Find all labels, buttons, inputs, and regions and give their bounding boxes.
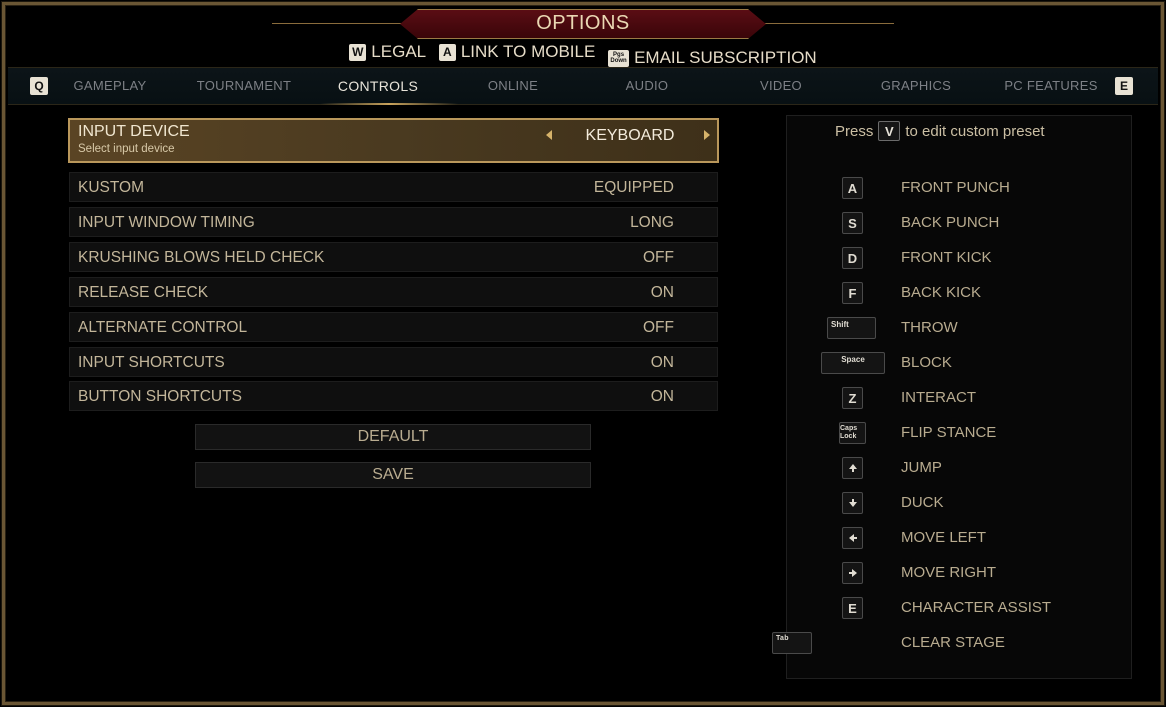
link-to-mobile-label: LINK TO MOBILE: [460, 42, 596, 61]
setting-label: INPUT WINDOW TIMING: [78, 214, 255, 231]
title-ornament-left: [272, 23, 402, 24]
binding-action: BLOCK: [901, 354, 952, 371]
left-arrow-icon: [842, 527, 863, 549]
binding-action: CHARACTER ASSIST: [901, 599, 1052, 616]
key-a-icon: A: [438, 43, 456, 61]
arrow-right-icon[interactable]: [704, 130, 710, 140]
setting-value: LONG: [630, 214, 674, 231]
setting-row-kustom[interactable]: KUSTOM EQUIPPED: [69, 172, 718, 202]
key-a-icon: A: [842, 177, 863, 199]
binding-action: MOVE RIGHT: [901, 564, 997, 581]
page-title: OPTIONS: [536, 12, 630, 34]
edit-preset-hint: Press V to edit custom preset: [835, 121, 1045, 141]
key-f-icon: F: [842, 282, 863, 304]
email-subscription-link[interactable]: Pgs Down EMAIL SUBSCRIPTION: [608, 48, 817, 68]
binding-row-front-kick[interactable]: D FRONT KICK: [800, 243, 1120, 273]
setting-label: INPUT SHORTCUTS: [78, 354, 225, 371]
binding-row-throw[interactable]: Shift THROW: [800, 313, 1120, 343]
default-button[interactable]: DEFAULT: [195, 424, 591, 450]
binding-row-clear-stage[interactable]: Tab CLEAR STAGE: [772, 628, 1120, 658]
next-tab-key-icon[interactable]: E: [1115, 77, 1133, 95]
setting-row-input-window-timing[interactable]: INPUT WINDOW TIMING LONG: [69, 207, 718, 237]
setting-value: ON: [650, 284, 674, 301]
link-to-mobile-link[interactable]: A LINK TO MOBILE: [438, 42, 596, 62]
input-device-selector[interactable]: INPUT DEVICE Select input device KEYBOAR…: [68, 118, 719, 163]
setting-row-button-shortcuts[interactable]: BUTTON SHORTCUTS ON: [69, 381, 718, 411]
up-arrow-icon: [842, 457, 863, 479]
email-subscription-label: EMAIL SUBSCRIPTION: [634, 48, 817, 67]
key-s-icon: S: [842, 212, 863, 234]
key-w-icon: W: [349, 43, 367, 61]
binding-action: FRONT KICK: [901, 249, 992, 266]
subnav: W LEGAL A LINK TO MOBILE Pgs Down EMAIL …: [0, 41, 1166, 68]
setting-value: OFF: [643, 249, 674, 266]
tab-gameplay[interactable]: GAMEPLAY: [50, 78, 170, 93]
binding-row-jump[interactable]: JUMP: [800, 453, 1120, 483]
setting-value: EQUIPPED: [593, 179, 674, 196]
key-d-icon: D: [842, 247, 863, 269]
binding-row-move-left[interactable]: MOVE LEFT: [800, 523, 1120, 553]
binding-action: MOVE LEFT: [901, 529, 987, 546]
binding-row-block[interactable]: Space BLOCK: [800, 348, 1120, 378]
setting-label: RELEASE CHECK: [78, 284, 209, 301]
tab-audio[interactable]: AUDIO: [587, 78, 707, 93]
binding-action: CLEAR STAGE: [901, 634, 1005, 651]
prev-tab-key-icon[interactable]: Q: [30, 77, 48, 95]
down-arrow-icon: [842, 492, 863, 514]
binding-row-move-right[interactable]: MOVE RIGHT: [800, 558, 1120, 588]
tab-pc-features[interactable]: PC FEATURES: [991, 78, 1111, 93]
save-button[interactable]: SAVE: [195, 462, 591, 488]
legal-label: LEGAL: [371, 42, 427, 61]
binding-action: INTERACT: [901, 389, 976, 406]
binding-row-front-punch[interactable]: A FRONT PUNCH: [800, 173, 1120, 203]
setting-value: OFF: [643, 319, 674, 336]
setting-row-krushing-blows[interactable]: KRUSHING BLOWS HELD CHECK OFF: [69, 242, 718, 272]
key-v-icon[interactable]: V: [878, 121, 901, 141]
setting-label: BUTTON SHORTCUTS: [78, 388, 242, 405]
key-e-icon: E: [842, 597, 863, 619]
key-z-icon: Z: [842, 387, 863, 409]
binding-row-character-assist[interactable]: E CHARACTER ASSIST: [800, 593, 1120, 623]
input-device-label: INPUT DEVICE: [78, 123, 190, 140]
binding-row-back-kick[interactable]: F BACK KICK: [800, 278, 1120, 308]
setting-label: KUSTOM: [78, 179, 145, 196]
right-arrow-icon: [842, 562, 863, 584]
key-tab-icon: Tab: [772, 632, 812, 654]
binding-action: FLIP STANCE: [901, 424, 997, 441]
key-shift-icon: Shift: [827, 317, 876, 339]
binding-row-flip-stance[interactable]: Caps Lock FLIP STANCE: [800, 418, 1120, 448]
key-space-icon: Space: [821, 352, 885, 374]
tab-graphics[interactable]: GRAPHICS: [856, 78, 976, 93]
binding-row-interact[interactable]: Z INTERACT: [800, 383, 1120, 413]
arrow-left-icon[interactable]: [546, 130, 552, 140]
binding-action: BACK PUNCH: [901, 214, 1000, 231]
setting-row-release-check[interactable]: RELEASE CHECK ON: [69, 277, 718, 307]
setting-value: ON: [650, 388, 674, 405]
binding-action: THROW: [901, 319, 958, 336]
setting-row-alternate-control[interactable]: ALTERNATE CONTROL OFF: [69, 312, 718, 342]
input-device-description: Select input device: [78, 143, 175, 155]
tab-video[interactable]: VIDEO: [721, 78, 841, 93]
tab-bar: Q GAMEPLAY TOURNAMENT CONTROLS ONLINE AU…: [8, 67, 1158, 105]
setting-label: KRUSHING BLOWS HELD CHECK: [78, 249, 325, 266]
header: OPTIONS W LEGAL A LINK TO MOBILE Pgs Dow…: [0, 0, 1166, 68]
input-device-value: KEYBOARD: [585, 127, 675, 144]
binding-row-back-punch[interactable]: S BACK PUNCH: [800, 208, 1120, 238]
setting-value: ON: [650, 354, 674, 371]
binding-action: FRONT PUNCH: [901, 179, 1010, 196]
setting-row-input-shortcuts[interactable]: INPUT SHORTCUTS ON: [69, 347, 718, 377]
active-tab-indicator: [320, 103, 458, 105]
binding-action: DUCK: [901, 494, 944, 511]
key-pagedown-icon: Pgs Down: [608, 49, 630, 67]
legal-link[interactable]: W LEGAL: [349, 42, 426, 62]
binding-row-duck[interactable]: DUCK: [800, 488, 1120, 518]
key-caps-lock-icon: Caps Lock: [839, 422, 866, 444]
setting-label: ALTERNATE CONTROL: [78, 319, 248, 336]
tab-online[interactable]: ONLINE: [453, 78, 573, 93]
binding-action: JUMP: [901, 459, 942, 476]
tab-tournament[interactable]: TOURNAMENT: [184, 78, 304, 93]
binding-action: BACK KICK: [901, 284, 982, 301]
tab-controls[interactable]: CONTROLS: [318, 78, 438, 94]
title-ornament-right: [764, 23, 894, 24]
